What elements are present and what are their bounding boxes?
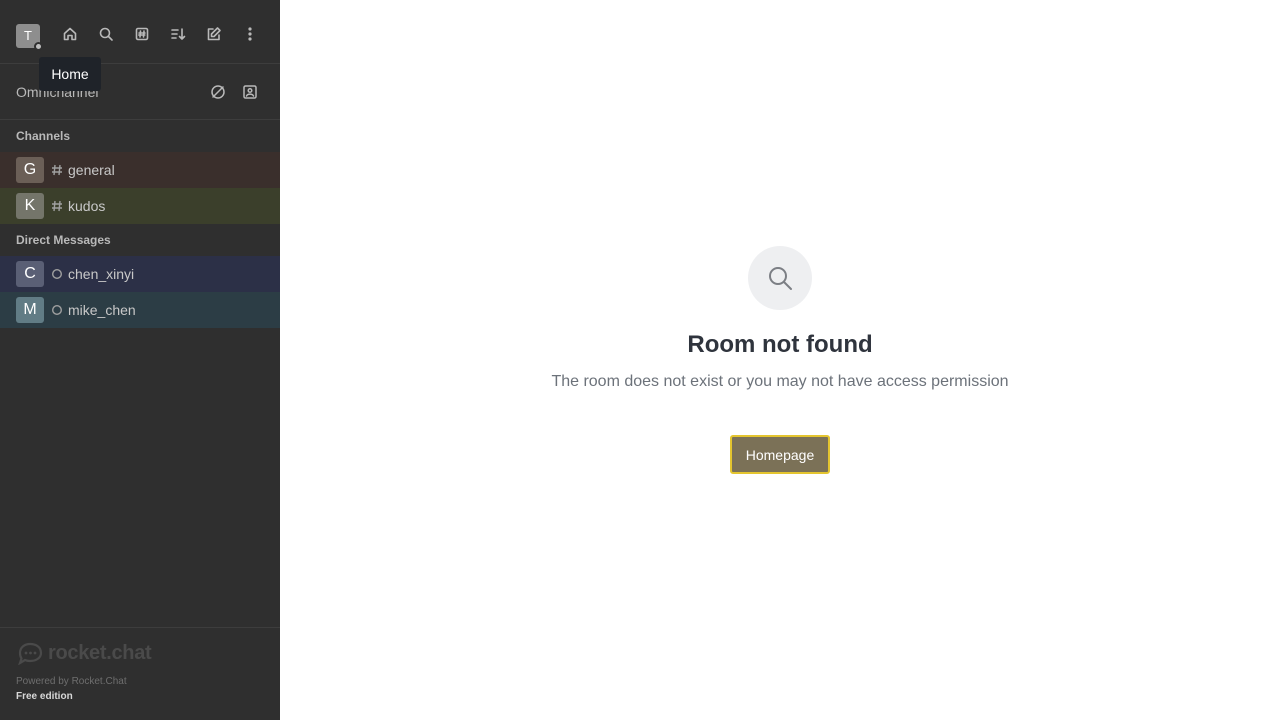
room-avatar: G (16, 157, 44, 183)
contact-center-icon (243, 85, 257, 99)
page-title: Room not found (687, 331, 873, 358)
directory-button[interactable] (128, 20, 156, 48)
sidebar: T Home Omnichannel Channels G general K … (0, 0, 280, 720)
homepage-button[interactable]: Homepage (730, 435, 830, 474)
omnichannel-offline-icon (211, 85, 225, 99)
search-icon (769, 267, 792, 290)
room-name: mike_chen (68, 302, 136, 318)
rocket-chat-logo-link[interactable]: rocket.chat (16, 640, 158, 666)
create-new-icon (207, 27, 221, 41)
powered-by-text: Powered by Rocket.Chat (16, 676, 127, 687)
user-avatar: C (16, 261, 44, 287)
page-description: The room does not exist or you may not h… (551, 373, 1009, 390)
presence-status-indicator (34, 42, 43, 51)
hash-icon (50, 199, 64, 213)
room-avatar: K (16, 193, 44, 219)
home-icon (63, 27, 77, 41)
user-avatar-button[interactable]: T (16, 24, 43, 51)
more-options-button[interactable] (236, 20, 264, 48)
logo-text: rocket.chat (48, 641, 152, 664)
room-name: chen_xinyi (68, 266, 135, 282)
contact-center-button[interactable] (237, 79, 263, 105)
search-icon (99, 27, 113, 41)
sidebar-item-general[interactable]: G general (0, 152, 280, 188)
user-avatar-initial: T (24, 28, 32, 43)
main-content: Room not found The room does not exist o… (280, 0, 1280, 720)
hash-icon (50, 163, 64, 177)
create-new-button[interactable] (200, 20, 228, 48)
omnichannel-status-toggle[interactable] (205, 79, 231, 105)
channels-section-title: Channels (16, 129, 71, 143)
kebab-menu-icon (248, 27, 252, 41)
offline-status-icon (50, 267, 64, 281)
home-tooltip: Home (39, 57, 101, 91)
sidebar-topbar: T (0, 0, 280, 64)
room-name: general (68, 162, 115, 178)
sidebar-item-kudos[interactable]: K kudos (0, 188, 280, 224)
sort-button[interactable] (164, 20, 192, 48)
rocket-chat-logo-icon (18, 642, 43, 665)
offline-status-icon (50, 303, 64, 317)
directory-icon (135, 27, 149, 41)
search-button[interactable] (92, 20, 120, 48)
direct-messages-section-title: Direct Messages (16, 233, 111, 247)
sidebar-item-mike-chen[interactable]: M mike_chen (0, 292, 280, 328)
edition-link[interactable]: Free edition (16, 691, 73, 702)
sort-icon (171, 28, 186, 40)
user-avatar: M (16, 297, 44, 323)
home-button[interactable] (56, 20, 84, 48)
room-name: kudos (68, 198, 106, 214)
empty-state-icon-circle (748, 246, 812, 310)
sidebar-item-chen-xinyi[interactable]: C chen_xinyi (0, 256, 280, 292)
